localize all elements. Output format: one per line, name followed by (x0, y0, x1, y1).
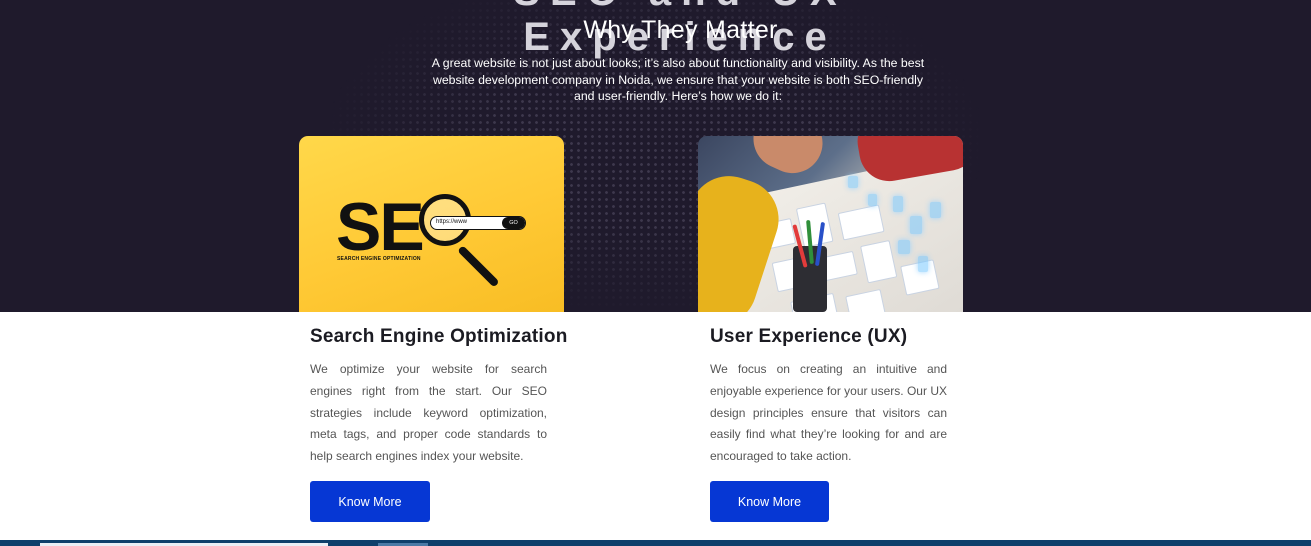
seo-know-more-button[interactable]: Know More (310, 481, 430, 522)
ux-card-title: User Experience (UX) (710, 326, 908, 347)
section-description: A great website is not just about looks;… (431, 56, 925, 103)
seo-card-description: We optimize your website for search engi… (310, 362, 547, 464)
seo-image-big-text: SE (336, 189, 425, 265)
ux-know-more-button[interactable]: Know More (710, 481, 829, 522)
seo-card-image: SE SEARCH ENGINE OPTIMIZATION https://ww… (299, 136, 564, 312)
seo-card-title: Search Engine Optimization (310, 326, 568, 347)
footer-strip (0, 540, 1311, 546)
magnifier-handle (457, 245, 500, 288)
hand-illustration (743, 136, 833, 183)
ux-card-description: We focus on creating an intuitive and en… (710, 362, 947, 464)
section-title: Why They Matter (583, 16, 778, 44)
seo-image-subtitle: SEARCH ENGINE OPTIMIZATION (337, 256, 421, 262)
seo-image-go-button: GO (502, 217, 525, 229)
ux-card-image (698, 136, 963, 312)
why-they-matter-section: SEO and UX Experience Why They Matter A … (0, 0, 1311, 312)
